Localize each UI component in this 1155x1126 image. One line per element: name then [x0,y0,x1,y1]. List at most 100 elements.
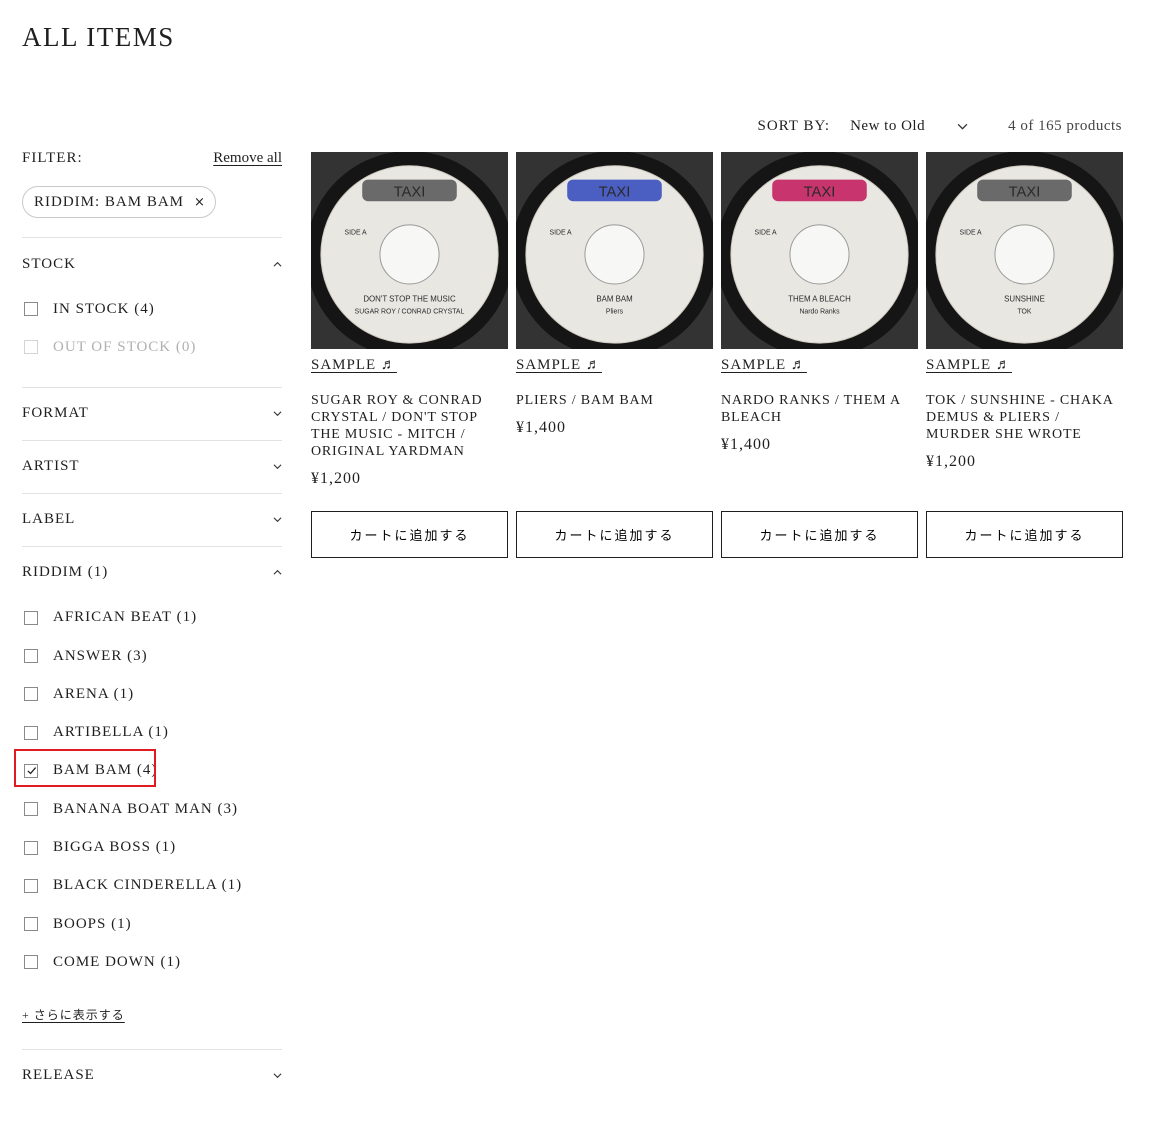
filter-option[interactable]: COME DOWN (1) [22,943,282,981]
label-song-text: THEM A BLEACH [788,295,851,304]
close-icon[interactable]: × [194,195,206,210]
artist-toggle[interactable]: ARTIST [22,441,282,493]
format-toggle[interactable]: FORMAT [22,388,282,440]
filter-option-label: ARTIBELLA (1) [53,724,169,741]
record-label-image[interactable]: TAXI SIDE A THEM A BLEACH Nardo Ranks [721,152,918,349]
chevron-down-icon [957,123,968,130]
checkbox[interactable] [24,802,38,817]
filter-option[interactable]: BIGGA BOSS (1) [22,828,282,866]
checkbox-checked[interactable] [24,763,38,778]
sample-link[interactable]: SAMPLE ♬ [926,357,1012,374]
active-filter-pill[interactable]: RIDDIM: BAM BAM × [22,186,216,218]
record-label-image[interactable]: TAXI SIDE A DON'T STOP THE MUSIC SUGAR ROY … [311,152,508,349]
checkbox[interactable] [24,687,38,702]
filter-option-label: BOOPS (1) [53,915,132,932]
checkbox[interactable] [24,649,38,664]
stock-section: STOCK IN STOCK (4) OUT OF STOCK (0) [22,237,282,387]
stock-toggle[interactable]: STOCK [22,238,282,290]
product-card: TAXI SIDE A BAM BAM Pliers SAMPLE ♬ PLIERS / … [516,152,713,558]
release-title: RELEASE [22,1067,95,1084]
add-to-cart-button[interactable]: カートに追加する [311,511,508,558]
sort-select[interactable]: New to Old [850,118,968,135]
filter-option[interactable]: IN STOCK (4) [22,290,282,328]
filter-option-label: BAM BAM (4) [53,762,158,779]
product-image[interactable]: TAXI SIDE A SUNSHINE TOK [926,152,1123,349]
riddim-section: RIDDIM (1) AFRICAN BEAT (1) ANSWER (3) ARE… [14,545,282,1049]
add-to-cart-button[interactable]: カートに追加する [926,511,1123,558]
product-image[interactable]: TAXI SIDE A BAM BAM Pliers [516,152,713,349]
format-section: FORMAT [22,386,282,440]
add-to-cart-button[interactable]: カートに追加する [721,511,918,558]
checkbox[interactable] [24,878,38,893]
chevron-up-icon [273,261,282,267]
filter-label: FILTER: [22,150,83,166]
filter-option-label: ARENA (1) [53,685,135,702]
product-title[interactable]: TOK / SUNSHINE - CHAKA DEMUS & PLIERS / … [926,392,1123,443]
product-image[interactable]: TAXI SIDE A DON'T STOP THE MUSIC SUGAR ROY … [311,152,508,349]
label-logo-text: TAXI [394,184,426,200]
product-price: ¥1,400 [516,419,566,436]
add-to-cart-button[interactable]: カートに追加する [516,511,713,558]
filter-option[interactable]: AFRICAN BEAT (1) [22,599,282,637]
show-more-link[interactable]: + さらに表示する [22,1006,125,1023]
checkbox[interactable] [24,840,38,855]
label-song-text: DON'T STOP THE MUSIC [363,295,456,304]
checkbox[interactable] [24,302,38,317]
checkbox[interactable] [24,917,38,932]
product-card: TAXI SIDE A SUNSHINE TOK SAMPLE ♬ TOK / SUNSH… [926,152,1123,558]
filter-option-label: BLACK CINDERELLA (1) [53,877,243,894]
label-logo-text: TAXI [804,184,836,200]
filter-option[interactable]: BLACK CINDERELLA (1) [22,867,282,905]
stock-title: STOCK [22,255,76,272]
product-price: ¥1,400 [721,436,771,453]
checkbox[interactable] [24,725,38,740]
sample-link[interactable]: SAMPLE ♬ [721,357,807,374]
label-side-text: SIDE A [344,230,367,237]
chevron-down-icon [273,1073,282,1079]
filter-option-label: ANSWER (3) [53,647,148,664]
sort-toolbar: SORT BY: New to Old 4 of 165 products [758,118,1122,135]
filter-option[interactable]: BAM BAM (4) [14,748,282,790]
record-label-image[interactable]: TAXI SIDE A SUNSHINE TOK [926,152,1123,349]
filter-option[interactable]: ANSWER (3) [22,637,282,675]
sample-link[interactable]: SAMPLE ♬ [311,357,397,374]
artist-title: ARTIST [22,458,80,475]
filter-option[interactable]: BANANA BOAT MAN (3) [22,790,282,828]
label-logo-text: TAXI [1009,184,1041,200]
filter-option-label: OUT OF STOCK (0) [53,338,197,355]
filter-option-label: COME DOWN (1) [53,953,181,970]
checkbox[interactable] [24,955,38,970]
riddim-toggle[interactable]: RIDDIM (1) [22,547,282,599]
product-title[interactable]: NARDO RANKS / THEM A BLEACH [721,392,918,426]
remove-all-link[interactable]: Remove all [213,150,282,167]
product-title[interactable]: SUGAR ROY & CONRAD CRYSTAL / DON'T STOP … [311,392,508,460]
filter-option[interactable]: ARTIBELLA (1) [22,713,282,751]
filter-option[interactable]: ARENA (1) [22,675,282,713]
label-side-text: SIDE A [754,230,777,237]
record-label-image[interactable]: TAXI SIDE A BAM BAM Pliers [516,152,713,349]
label-song-text: SUNSHINE [1004,295,1045,304]
filter-sidebar: FILTER: Remove all RIDDIM: BAM BAM × STO… [14,150,282,1102]
product-count: 4 of 165 products [1008,118,1122,134]
artist-section: ARTIST [22,439,282,493]
label-logo-text: TAXI [599,184,631,200]
product-title[interactable]: PLIERS / BAM BAM [516,392,713,409]
product-grid: TAXI SIDE A DON'T STOP THE MUSIC SUGAR ROY … [311,152,1123,558]
release-toggle[interactable]: RELEASE [22,1050,282,1102]
product-image[interactable]: TAXI SIDE A THEM A BLEACH Nardo Ranks [721,152,918,349]
label-section: LABEL [22,492,282,546]
filter-option-label: AFRICAN BEAT (1) [53,609,198,626]
page-title: ALL ITEMS [22,22,175,52]
sample-link[interactable]: SAMPLE ♬ [516,357,602,374]
format-title: FORMAT [22,405,89,422]
label-toggle[interactable]: LABEL [22,494,282,546]
label-song-text: BAM BAM [596,295,632,304]
label-side-text: SIDE A [549,230,572,237]
checkbox[interactable] [24,610,38,625]
label-artist-text: TOK [1017,309,1031,316]
filter-option[interactable]: BOOPS (1) [22,905,282,943]
chevron-down-icon [273,517,282,523]
chevron-down-icon [273,464,282,470]
product-price: ¥1,200 [311,470,361,487]
label-artist-text: Nardo Ranks [799,309,840,316]
